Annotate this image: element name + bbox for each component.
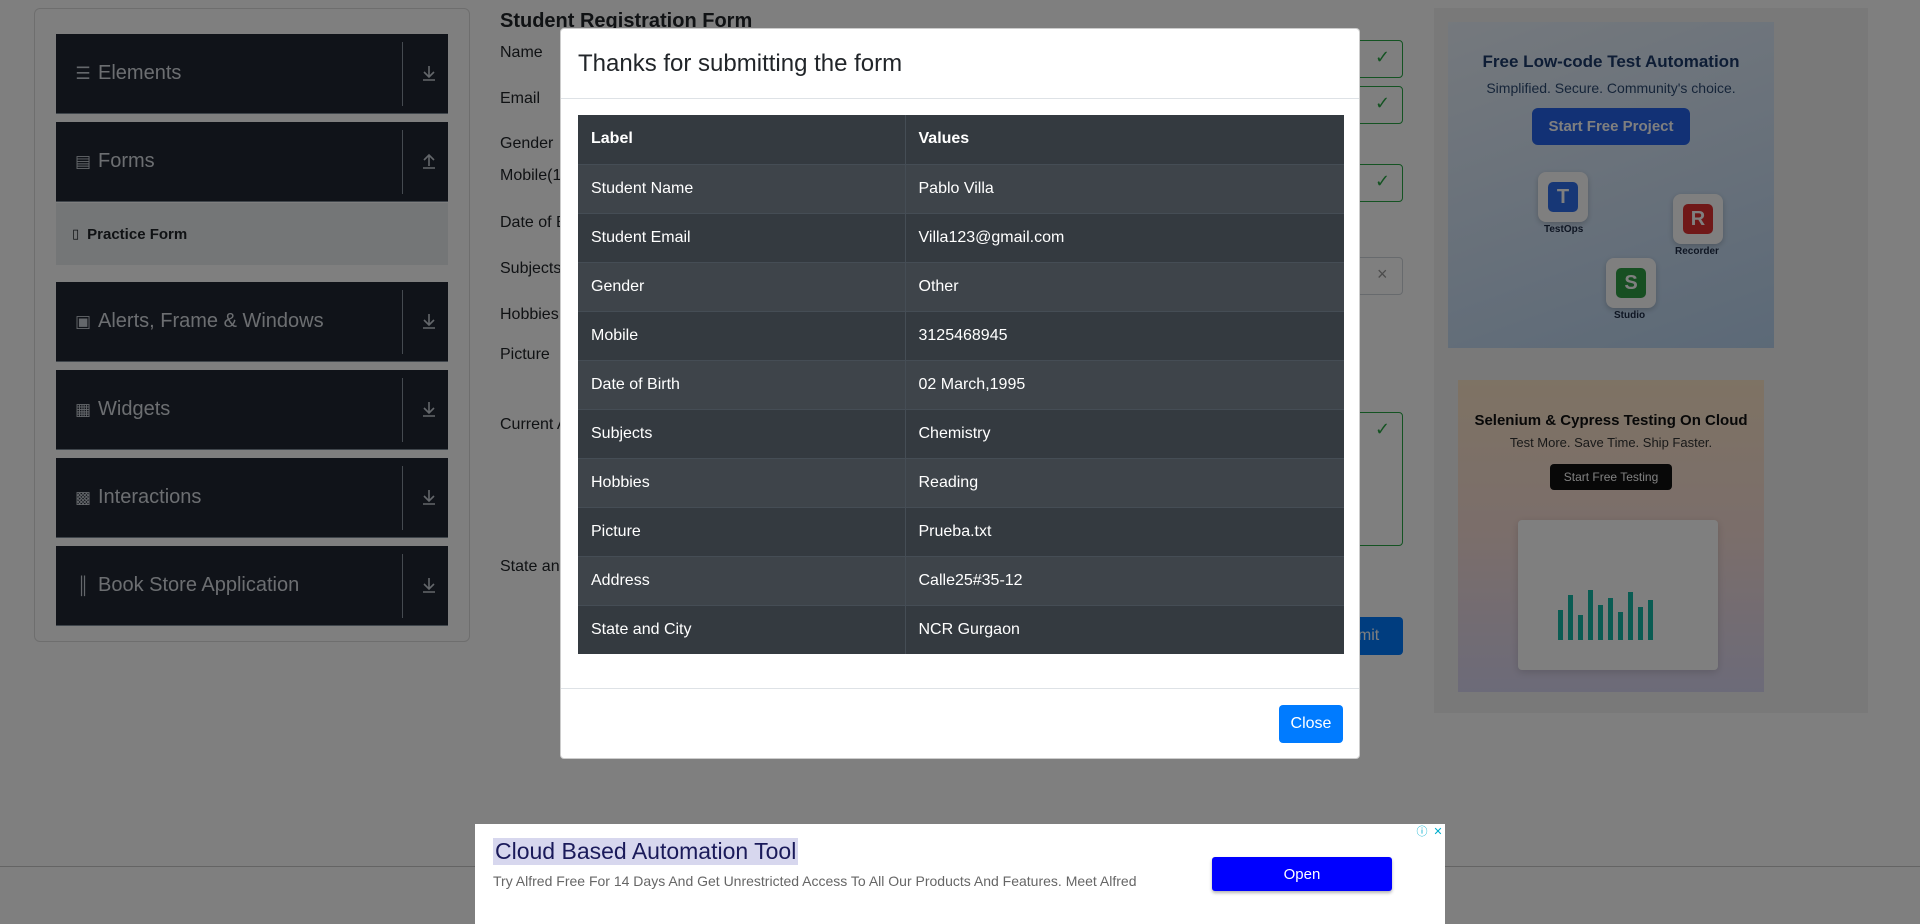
modal-header: Thanks for submitting the form <box>561 29 1359 99</box>
ad-open-button[interactable]: Open <box>1212 857 1392 891</box>
submission-modal: Thanks for submitting the form Label Val… <box>560 28 1360 759</box>
row-value: NCR Gurgaon <box>905 604 1344 654</box>
row-label: Hobbies <box>578 457 906 507</box>
table-row: Gender Other <box>578 261 1344 311</box>
table-row: Mobile 3125468945 <box>578 310 1344 360</box>
modal-body: Label Values Student Name Pablo Villa Stu… <box>578 115 1344 654</box>
table-header-row: Label Values <box>578 115 1344 164</box>
row-value: Reading <box>905 457 1344 507</box>
table-row: Date of Birth 02 March,1995 <box>578 359 1344 409</box>
ad-choices[interactable]: ⓘ ✕ <box>1415 824 1445 840</box>
row-label: Address <box>578 555 906 605</box>
row-label: State and City <box>578 604 906 654</box>
row-label: Mobile <box>578 310 906 360</box>
row-value: Other <box>905 261 1344 311</box>
close-icon[interactable]: ✕ <box>1431 824 1445 838</box>
row-value: 02 March,1995 <box>905 359 1344 409</box>
row-label: Student Name <box>578 163 906 213</box>
row-value: Prueba.txt <box>905 506 1344 556</box>
row-value: Pablo Villa <box>905 163 1344 213</box>
column-header-label: Label <box>578 115 906 164</box>
info-icon[interactable]: ⓘ <box>1415 824 1429 838</box>
modal-footer-divider <box>561 688 1359 689</box>
table-row: Hobbies Reading <box>578 457 1344 507</box>
modal-title: Thanks for submitting the form <box>578 49 903 77</box>
row-label: Picture <box>578 506 906 556</box>
row-value: 3125468945 <box>905 310 1344 360</box>
row-label: Date of Birth <box>578 359 906 409</box>
submission-table: Label Values Student Name Pablo Villa Stu… <box>578 115 1344 654</box>
row-value: Villa123@gmail.com <box>905 212 1344 262</box>
table-row: State and City NCR Gurgaon <box>578 604 1344 654</box>
table-row: Student Email Villa123@gmail.com <box>578 212 1344 262</box>
row-label: Student Email <box>578 212 906 262</box>
table-row: Address Calle25#35-12 <box>578 555 1344 605</box>
row-value: Chemistry <box>905 408 1344 458</box>
close-button[interactable]: Close <box>1279 705 1343 743</box>
table-row: Picture Prueba.txt <box>578 506 1344 556</box>
table-row: Subjects Chemistry <box>578 408 1344 458</box>
table-row: Student Name Pablo Villa <box>578 163 1344 213</box>
ad-title[interactable]: Cloud Based Automation Tool <box>493 838 799 865</box>
row-label: Subjects <box>578 408 906 458</box>
ad-description: Try Alfred Free For 14 Days And Get Unre… <box>493 873 1137 889</box>
row-label: Gender <box>578 261 906 311</box>
row-value: Calle25#35-12 <box>905 555 1344 605</box>
column-header-values: Values <box>905 115 1344 164</box>
bottom-banner-ad[interactable]: Cloud Based Automation Tool Try Alfred F… <box>475 824 1445 924</box>
